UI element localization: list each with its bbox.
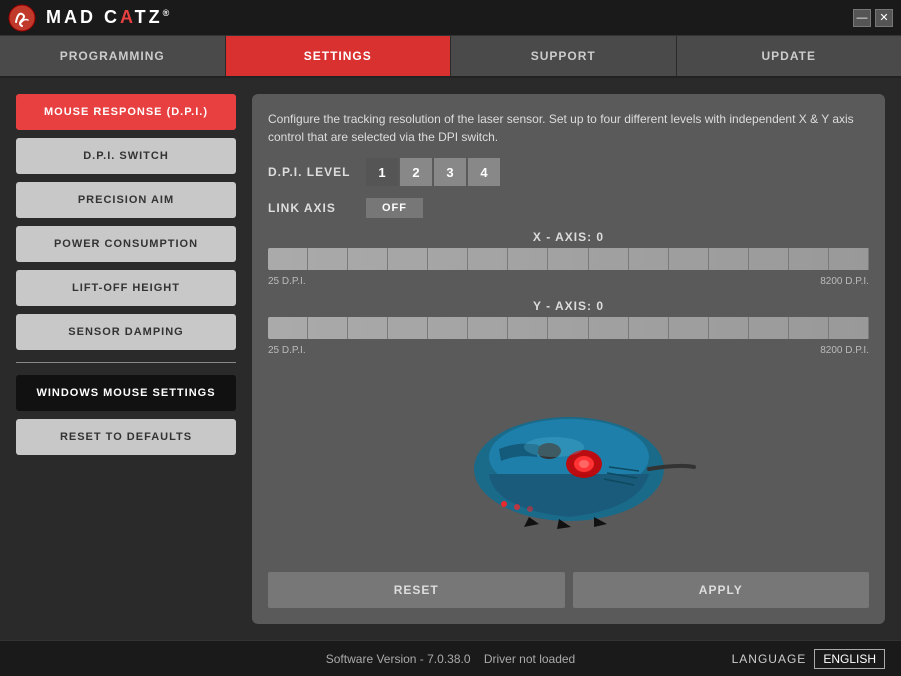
dpi-level-1-button[interactable]: 1 <box>366 158 398 186</box>
tab-settings[interactable]: SETTINGS <box>226 36 452 76</box>
dpi-level-label: D.P.I. LEVEL <box>268 165 358 179</box>
reset-to-defaults-button[interactable]: RESET TO DEFAULTS <box>16 419 236 455</box>
x-axis-title: X - AXIS: 0 <box>268 230 869 244</box>
x-axis-section: X - AXIS: 0 <box>268 230 869 287</box>
close-button[interactable]: ✕ <box>875 9 893 27</box>
y-axis-title: Y - AXIS: 0 <box>268 299 869 313</box>
dpi-level-2-button[interactable]: 2 <box>400 158 432 186</box>
link-axis-toggle[interactable]: OFF <box>366 198 423 218</box>
minimize-button[interactable]: — <box>853 9 871 27</box>
menu-power-consumption[interactable]: POWER CONSUMPTION <box>16 226 236 262</box>
y-axis-max-label: 8200 D.P.I. <box>820 345 869 356</box>
menu-sensor-damping[interactable]: SENSOR DAMPING <box>16 314 236 350</box>
x-axis-slider-labels: 25 D.P.I. 8200 D.P.I. <box>268 276 869 287</box>
x-axis-slider[interactable] <box>268 248 869 270</box>
title-bar: MAD CATZ® — ✕ <box>0 0 901 36</box>
tab-programming[interactable]: PROGRAMMING <box>0 36 226 76</box>
title-bar-left: MAD CATZ® <box>8 4 172 32</box>
y-axis-slider[interactable] <box>268 317 869 339</box>
dpi-level-4-button[interactable]: 4 <box>468 158 500 186</box>
bottom-action-buttons: RESET APPLY <box>268 572 869 608</box>
language-selector: LANGUAGE ENGLISH <box>732 649 885 669</box>
menu-dpi-switch[interactable]: D.P.I. SWITCH <box>16 138 236 174</box>
reset-button[interactable]: RESET <box>268 572 565 608</box>
tab-update[interactable]: UPDATE <box>677 36 901 76</box>
x-axis-min-label: 25 D.P.I. <box>268 276 306 287</box>
dpi-level-row: D.P.I. LEVEL 1 2 3 4 <box>268 158 869 186</box>
description-text: Configure the tracking resolution of the… <box>268 110 869 146</box>
link-axis-label: LINK AXIS <box>268 201 358 215</box>
app-title: MAD CATZ® <box>46 7 172 28</box>
link-axis-row: LINK AXIS OFF <box>268 198 869 218</box>
x-axis-max-label: 8200 D.P.I. <box>820 276 869 287</box>
version-text: Software Version - 7.0.38.0 Driver not l… <box>326 652 575 666</box>
menu-mouse-response[interactable]: MOUSE RESPONSE (D.P.I.) <box>16 94 236 130</box>
nav-tabs: PROGRAMMING SETTINGS SUPPORT UPDATE <box>0 36 901 78</box>
apply-button[interactable]: APPLY <box>573 572 870 608</box>
tab-support[interactable]: SUPPORT <box>451 36 677 76</box>
language-value-button[interactable]: ENGLISH <box>814 649 885 669</box>
menu-precision-aim[interactable]: PRECISION AIM <box>16 182 236 218</box>
mouse-image <box>439 399 699 529</box>
window-controls: — ✕ <box>853 9 893 27</box>
right-panel: Configure the tracking resolution of the… <box>252 94 885 624</box>
menu-divider <box>16 362 236 363</box>
dpi-level-3-button[interactable]: 3 <box>434 158 466 186</box>
main-content: MOUSE RESPONSE (D.P.I.) D.P.I. SWITCH PR… <box>0 78 901 640</box>
madcatz-logo-icon <box>8 4 36 32</box>
windows-mouse-settings-button[interactable]: WINDOWS MOUSE SETTINGS <box>16 375 236 411</box>
dpi-level-buttons: 1 2 3 4 <box>366 158 500 186</box>
footer: Software Version - 7.0.38.0 Driver not l… <box>0 640 901 676</box>
left-panel: MOUSE RESPONSE (D.P.I.) D.P.I. SWITCH PR… <box>16 94 236 624</box>
y-axis-slider-labels: 25 D.P.I. 8200 D.P.I. <box>268 345 869 356</box>
y-axis-section: Y - AXIS: 0 <box>268 299 869 356</box>
language-label: LANGUAGE <box>732 652 807 666</box>
mouse-image-area <box>268 368 869 560</box>
y-axis-min-label: 25 D.P.I. <box>268 345 306 356</box>
menu-lift-off-height[interactable]: LIFT-OFF HEIGHT <box>16 270 236 306</box>
